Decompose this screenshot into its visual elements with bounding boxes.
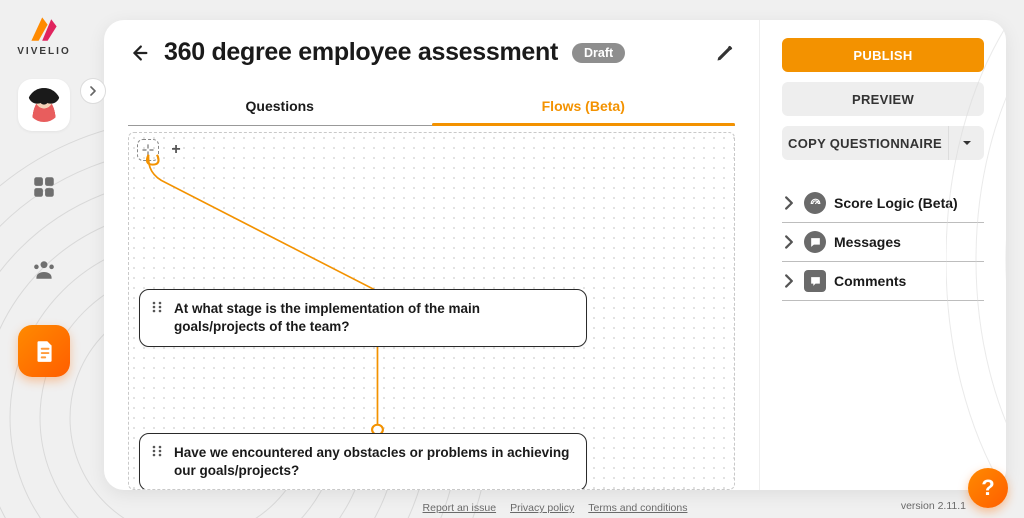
accordion-label: Comments	[834, 273, 906, 289]
sidebar-item-questionnaires[interactable]	[18, 325, 70, 377]
expand-sidebar-button[interactable]	[80, 78, 106, 104]
version-label: version 2.11.1	[901, 500, 966, 512]
logo-icon	[14, 12, 74, 48]
footer-link-report[interactable]: Report an issue	[423, 502, 497, 514]
flow-node-2[interactable]: Have we encountered any obstacles or pro…	[139, 433, 587, 490]
chat-icon	[804, 231, 826, 253]
help-button[interactable]: ?	[968, 468, 1008, 508]
accordion: Score Logic (Beta) Messages Comments	[782, 184, 984, 301]
title-row: 360 degree employee assessment Draft	[128, 38, 735, 67]
sidebar-item-dashboard[interactable]	[18, 161, 70, 213]
grid-icon	[31, 174, 57, 200]
sidebar: VIVELIO	[0, 0, 88, 518]
back-button[interactable]	[128, 42, 150, 64]
gauge-icon	[804, 192, 826, 214]
preview-button[interactable]: PREVIEW	[782, 82, 984, 116]
sidebar-item-profile[interactable]	[18, 79, 70, 131]
accordion-messages[interactable]: Messages	[782, 223, 984, 262]
flow-node-text: Have we encountered any obstacles or pro…	[174, 445, 569, 478]
chevron-right-icon	[88, 86, 98, 96]
caret-down-icon	[961, 137, 973, 149]
accordion-label: Messages	[834, 234, 901, 250]
editor-panel: 360 degree employee assessment Draft Que…	[104, 20, 760, 490]
footer: Report an issue Privacy policy Terms and…	[104, 502, 1006, 514]
status-badge: Draft	[572, 43, 625, 63]
page-title: 360 degree employee assessment	[164, 38, 558, 67]
document-icon	[31, 338, 57, 364]
copy-questionnaire-button[interactable]: COPY QUESTIONNAIRE	[782, 126, 948, 160]
tab-flows[interactable]: Flows (Beta)	[432, 89, 736, 125]
drag-handle-icon[interactable]	[150, 300, 164, 314]
brand-logo[interactable]: VIVELIO	[14, 12, 74, 57]
tab-questions[interactable]: Questions	[128, 89, 432, 125]
main-card: 360 degree employee assessment Draft Que…	[104, 20, 1006, 490]
sidebar-item-team[interactable]	[18, 243, 70, 295]
tabs: Questions Flows (Beta)	[128, 89, 735, 126]
brand-name: VIVELIO	[14, 46, 74, 57]
chevron-right-icon	[782, 274, 796, 288]
accordion-label: Score Logic (Beta)	[834, 195, 958, 211]
accordion-score-logic[interactable]: Score Logic (Beta)	[782, 184, 984, 223]
accordion-comments[interactable]: Comments	[782, 262, 984, 301]
users-icon	[31, 256, 57, 282]
chevron-right-icon	[782, 235, 796, 249]
comment-icon	[804, 270, 826, 292]
actions-panel: PUBLISH PREVIEW COPY QUESTIONNAIRE Score…	[760, 20, 1006, 490]
footer-link-privacy[interactable]: Privacy policy	[510, 502, 574, 514]
flow-canvas[interactable]: + At what stage is the implementation of…	[128, 132, 735, 490]
flow-node-text: At what stage is the implementation of t…	[174, 301, 480, 334]
drag-handle-icon[interactable]	[150, 444, 164, 458]
avatar-icon	[27, 88, 61, 122]
copy-questionnaire-split: COPY QUESTIONNAIRE	[782, 126, 984, 160]
edit-title-button[interactable]	[715, 43, 735, 63]
chevron-right-icon	[782, 196, 796, 210]
publish-button[interactable]: PUBLISH	[782, 38, 984, 72]
copy-questionnaire-dropdown[interactable]	[948, 126, 984, 160]
footer-link-terms[interactable]: Terms and conditions	[588, 502, 687, 514]
flow-node-1[interactable]: At what stage is the implementation of t…	[139, 289, 587, 347]
